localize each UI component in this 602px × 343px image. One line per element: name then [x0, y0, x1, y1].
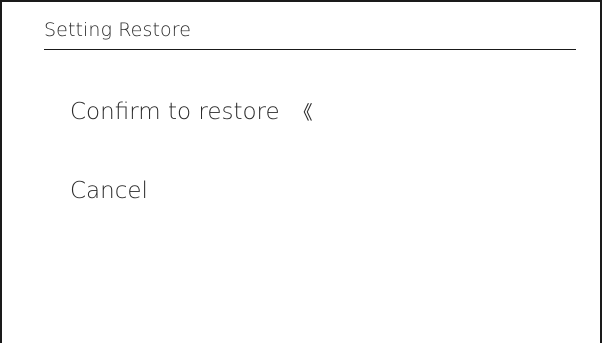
cancel-option[interactable]: Cancel [70, 177, 148, 205]
screen-title: Setting Restore [44, 19, 192, 41]
selection-cursor-icon: 《 [293, 102, 313, 124]
confirm-restore-label: Confirm to restore [70, 99, 280, 125]
confirm-restore-option[interactable]: Confirm to restore 《 [70, 98, 313, 127]
cancel-label: Cancel [70, 178, 148, 204]
setting-restore-screen: Setting Restore Confirm to restore 《 Canc… [0, 0, 602, 343]
title-divider [44, 49, 576, 50]
